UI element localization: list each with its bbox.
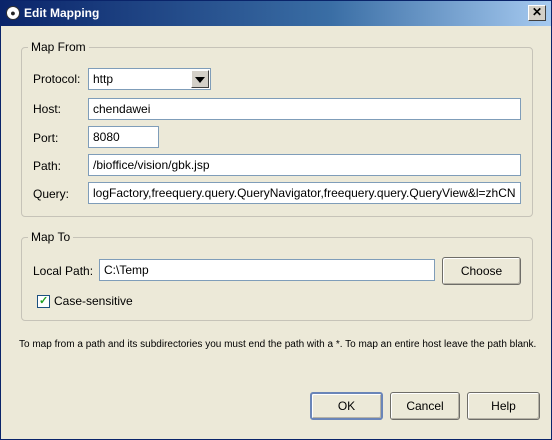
host-field[interactable]: chendawei — [88, 98, 521, 120]
host-label: Host: — [33, 102, 62, 116]
port-field[interactable]: 8080 — [88, 126, 159, 148]
hint-text: To map from a path and its subdirectorie… — [19, 339, 537, 350]
map-from-legend: Map From — [28, 40, 89, 54]
local-path-label: Local Path: — [33, 264, 94, 278]
cancel-button[interactable]: Cancel — [390, 392, 460, 420]
query-field[interactable]: logFactory,freequery.query.QueryNavigato… — [88, 182, 521, 204]
window-title: Edit Mapping — [24, 6, 100, 20]
ok-button[interactable]: OK — [310, 392, 383, 420]
protocol-label: Protocol: — [33, 72, 81, 86]
protocol-dropdown-button[interactable] — [191, 70, 209, 88]
checkmark-icon: ✓ — [39, 295, 49, 307]
help-button[interactable]: Help — [467, 392, 540, 420]
path-field[interactable]: /bioffice/vision/gbk.jsp — [88, 154, 521, 176]
chevron-down-icon — [195, 77, 205, 83]
protocol-value: http — [93, 72, 114, 86]
edit-mapping-dialog: ● Edit Mapping ✕ Map From Protocol: http… — [0, 0, 552, 440]
case-sensitive-label[interactable]: Case-sensitive — [54, 294, 133, 308]
local-path-field[interactable]: C:\Temp — [99, 259, 435, 281]
query-label: Query: — [33, 187, 70, 201]
map-to-legend: Map To — [28, 230, 74, 244]
title-bar[interactable]: ● Edit Mapping ✕ — [1, 1, 551, 26]
case-sensitive-checkbox[interactable]: ✓ — [37, 295, 50, 308]
close-icon[interactable]: ✕ — [528, 5, 546, 21]
path-label: Path: — [33, 159, 62, 173]
port-label: Port: — [33, 131, 59, 145]
choose-button[interactable]: Choose — [442, 257, 521, 285]
app-icon: ● — [6, 6, 20, 20]
protocol-select[interactable]: http — [88, 68, 211, 90]
